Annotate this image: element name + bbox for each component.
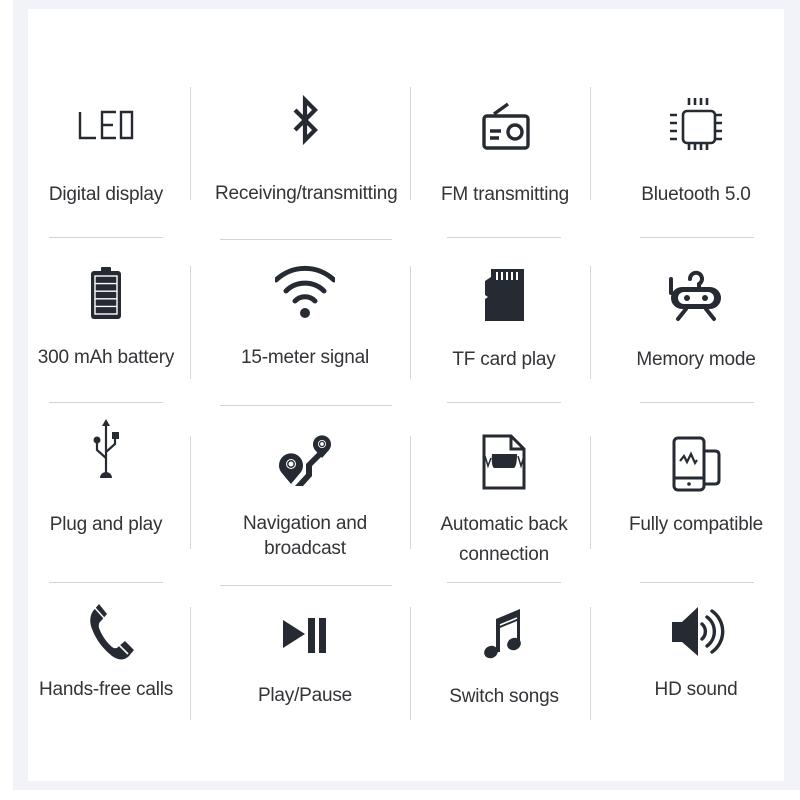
feature-label: TF card play	[452, 349, 556, 370]
robot-icon	[666, 265, 726, 325]
column-divider	[410, 436, 411, 549]
feature-label-line2: connection	[459, 544, 549, 565]
row-divider	[220, 405, 392, 406]
row-divider	[640, 402, 754, 403]
route-pin-icon	[275, 428, 335, 488]
file-icon	[474, 432, 534, 492]
feature-label: Plug and play	[49, 514, 163, 535]
phone-device-icon	[666, 434, 726, 494]
feature-label: HD sound	[654, 679, 738, 700]
battery-icon	[76, 265, 136, 325]
bluetooth-icon	[275, 94, 335, 154]
sd-card-icon	[474, 265, 534, 325]
column-divider	[410, 266, 411, 379]
feature-label-line2: broadcast	[264, 538, 346, 559]
wifi-signal-icon	[275, 265, 335, 325]
feature-label: Memory mode	[636, 349, 756, 370]
feature-label: 300 mAh battery	[37, 347, 175, 368]
row-divider	[49, 237, 163, 238]
feature-label: Switch songs	[449, 686, 559, 707]
music-note-icon[interactable]	[474, 604, 534, 664]
feature-label: Digital display	[48, 184, 164, 205]
phone-call-icon	[76, 601, 136, 661]
row-divider	[220, 585, 392, 586]
feature-label: Hands-free calls	[38, 679, 174, 700]
row-divider	[640, 582, 754, 583]
row-divider	[220, 239, 392, 240]
led-display-icon	[76, 90, 136, 150]
speaker-icon[interactable]	[666, 601, 726, 661]
column-divider	[190, 607, 191, 720]
row-divider	[640, 237, 754, 238]
feature-label: Play/Pause	[257, 685, 353, 706]
feature-label: Bluetooth 5.0	[641, 184, 751, 205]
feature-label-line1: Automatic back	[440, 514, 568, 535]
row-divider	[49, 402, 163, 403]
column-divider	[410, 87, 411, 200]
feature-label: FM transmitting	[441, 184, 569, 205]
row-divider	[49, 582, 163, 583]
row-divider	[447, 237, 561, 238]
chip-icon	[666, 94, 726, 154]
column-divider	[410, 607, 411, 720]
radio-icon	[475, 94, 535, 154]
feature-label: Fully compatible	[628, 514, 764, 535]
feature-label: 15-meter signal	[241, 347, 369, 368]
feature-label: Receiving/transmitting	[215, 183, 398, 204]
play-pause-icon[interactable]	[275, 604, 335, 664]
usb-icon	[76, 418, 136, 478]
row-divider	[447, 402, 561, 403]
row-divider	[447, 582, 561, 583]
feature-label-line1: Navigation and	[243, 513, 367, 534]
